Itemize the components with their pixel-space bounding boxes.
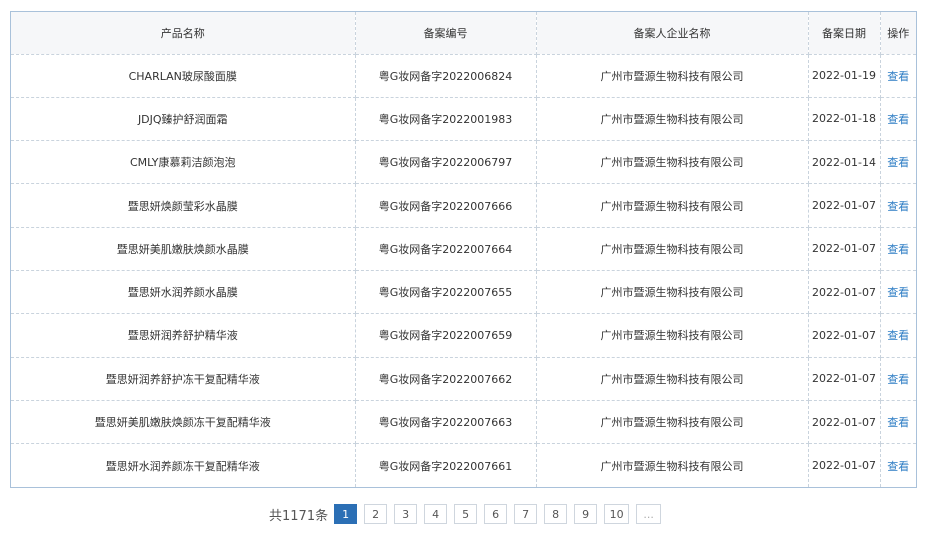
record-number-cell: 粤G妆网备字2022001983	[355, 97, 537, 142]
page-button[interactable]: 10	[604, 504, 630, 524]
page-button[interactable]: 4	[424, 504, 448, 524]
product-name-cell: 暨思妍润养舒护精华液	[11, 313, 356, 358]
record-number-cell: 粤G妆网备字2022007655	[355, 270, 537, 315]
table-row: 暨思妍焕颜莹彩水晶膜 粤G妆网备字2022007666 广州市暨源生物科技有限公…	[11, 183, 916, 228]
view-link[interactable]: 查看	[880, 444, 916, 487]
product-name-cell: 暨思妍水润养颜水晶膜	[11, 270, 356, 315]
table-row: 暨思妍水润养颜水晶膜 粤G妆网备字2022007655 广州市暨源生物科技有限公…	[11, 270, 916, 315]
table-row: 暨思妍美肌嫩肤焕颜水晶膜 粤G妆网备字2022007664 广州市暨源生物科技有…	[11, 227, 916, 271]
header-company-name: 备案人企业名称	[536, 12, 809, 55]
table-row: JDJQ臻护舒润面霜 粤G妆网备字2022001983 广州市暨源生物科技有限公…	[11, 97, 916, 142]
record-date-cell: 2022-01-18	[808, 97, 881, 142]
page-button[interactable]: 9	[574, 504, 598, 524]
record-date-cell: 2022-01-07	[808, 400, 881, 445]
record-date-cell: 2022-01-14	[808, 140, 881, 185]
table-row: 暨思妍润养舒护冻干复配精华液 粤G妆网备字2022007662 广州市暨源生物科…	[11, 357, 916, 401]
record-number-cell: 粤G妆网备字2022006824	[355, 54, 537, 98]
record-date-cell: 2022-01-07	[808, 313, 881, 358]
company-name-cell: 广州市暨源生物科技有限公司	[536, 313, 809, 358]
product-name-cell: 暨思妍美肌嫩肤焕颜水晶膜	[11, 227, 356, 271]
product-name-cell: 暨思妍润养舒护冻干复配精华液	[11, 357, 356, 401]
page-button[interactable]: 7	[514, 504, 538, 524]
record-date-cell: 2022-01-07	[808, 443, 881, 487]
table-row: CHARLAN玻尿酸面膜 粤G妆网备字2022006824 广州市暨源生物科技有…	[11, 54, 916, 98]
view-link[interactable]: 查看	[880, 270, 916, 315]
page-ellipsis: ...	[636, 504, 662, 524]
total-count: 共1171条	[269, 508, 329, 524]
header-action: 操作	[880, 12, 916, 55]
record-number-cell: 粤G妆网备字2022007664	[355, 227, 537, 271]
page-button[interactable]: 5	[454, 504, 478, 524]
records-table-container: 产品名称 备案编号 备案人企业名称 备案日期 操作 CHARLAN玻尿酸面膜 粤…	[10, 11, 917, 488]
product-name-cell: CMLY康慕莉洁颜泡泡	[11, 140, 356, 185]
record-date-cell: 2022-01-07	[808, 183, 881, 228]
table-row: 暨思妍水润养颜冻干复配精华液 粤G妆网备字2022007661 广州市暨源生物科…	[11, 443, 916, 487]
page-button[interactable]: 8	[544, 504, 568, 524]
company-name-cell: 广州市暨源生物科技有限公司	[536, 54, 809, 98]
record-date-cell: 2022-01-19	[808, 54, 881, 98]
view-link[interactable]: 查看	[880, 54, 916, 98]
page-button-active[interactable]: 1	[334, 504, 358, 524]
record-date-cell: 2022-01-07	[808, 270, 881, 315]
view-link[interactable]: 查看	[880, 97, 916, 142]
company-name-cell: 广州市暨源生物科技有限公司	[536, 443, 809, 487]
view-link[interactable]: 查看	[880, 183, 916, 228]
record-number-cell: 粤G妆网备字2022007659	[355, 313, 537, 358]
company-name-cell: 广州市暨源生物科技有限公司	[536, 227, 809, 271]
view-link[interactable]: 查看	[880, 140, 916, 185]
record-number-cell: 粤G妆网备字2022007666	[355, 183, 537, 228]
table-row: CMLY康慕莉洁颜泡泡 粤G妆网备字2022006797 广州市暨源生物科技有限…	[11, 140, 916, 185]
page-button[interactable]: 6	[484, 504, 508, 524]
company-name-cell: 广州市暨源生物科技有限公司	[536, 140, 809, 185]
page-button[interactable]: 2	[364, 504, 388, 524]
view-link[interactable]: 查看	[880, 400, 916, 445]
product-name-cell: CHARLAN玻尿酸面膜	[11, 54, 356, 98]
product-name-cell: 暨思妍美肌嫩肤焕颜冻干复配精华液	[11, 400, 356, 445]
product-name-cell: 暨思妍水润养颜冻干复配精华液	[11, 443, 356, 487]
view-link[interactable]: 查看	[880, 227, 916, 271]
table-row: 暨思妍美肌嫩肤焕颜冻干复配精华液 粤G妆网备字2022007663 广州市暨源生…	[11, 400, 916, 445]
company-name-cell: 广州市暨源生物科技有限公司	[536, 400, 809, 445]
header-record-date: 备案日期	[808, 12, 881, 55]
view-link[interactable]: 查看	[880, 357, 916, 401]
record-number-cell: 粤G妆网备字2022007663	[355, 400, 537, 445]
company-name-cell: 广州市暨源生物科技有限公司	[536, 270, 809, 315]
record-date-cell: 2022-01-07	[808, 357, 881, 401]
record-number-cell: 粤G妆网备字2022007661	[355, 443, 537, 487]
company-name-cell: 广州市暨源生物科技有限公司	[536, 97, 809, 142]
table-row: 暨思妍润养舒护精华液 粤G妆网备字2022007659 广州市暨源生物科技有限公…	[11, 313, 916, 358]
view-link[interactable]: 查看	[880, 313, 916, 358]
product-name-cell: JDJQ臻护舒润面霜	[11, 97, 356, 142]
record-number-cell: 粤G妆网备字2022006797	[355, 140, 537, 185]
company-name-cell: 广州市暨源生物科技有限公司	[536, 357, 809, 401]
pagination: 共1171条 1 2 3 4 5 6 7 8 9 10 ...	[269, 504, 662, 524]
record-date-cell: 2022-01-07	[808, 227, 881, 271]
records-table: 产品名称 备案编号 备案人企业名称 备案日期 操作 CHARLAN玻尿酸面膜 粤…	[11, 12, 916, 487]
company-name-cell: 广州市暨源生物科技有限公司	[536, 183, 809, 228]
header-record-number: 备案编号	[355, 12, 537, 55]
table-header-row: 产品名称 备案编号 备案人企业名称 备案日期 操作	[11, 12, 916, 55]
page-button[interactable]: 3	[394, 504, 418, 524]
product-name-cell: 暨思妍焕颜莹彩水晶膜	[11, 183, 356, 228]
record-number-cell: 粤G妆网备字2022007662	[355, 357, 537, 401]
header-product-name: 产品名称	[11, 12, 356, 55]
